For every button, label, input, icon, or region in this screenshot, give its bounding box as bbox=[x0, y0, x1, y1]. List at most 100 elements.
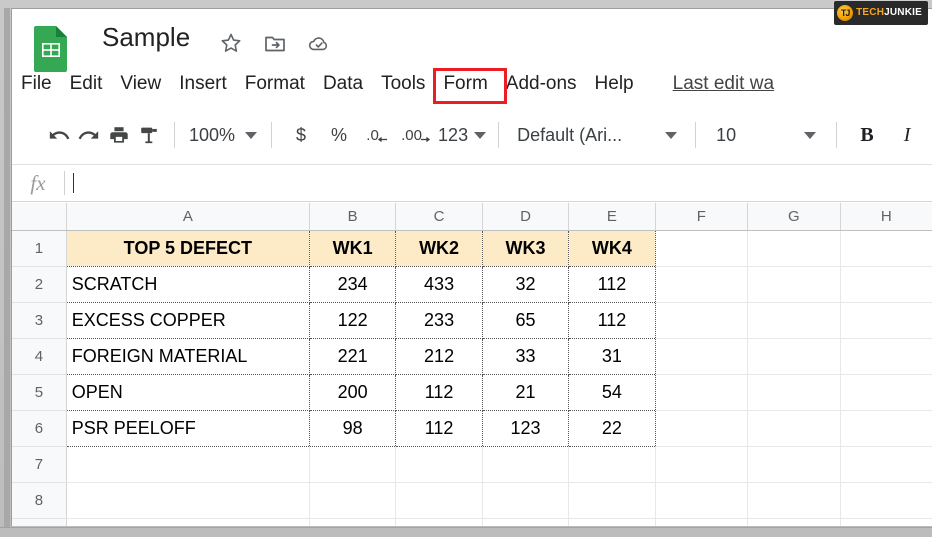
row-header-4[interactable]: 4 bbox=[12, 339, 66, 375]
cell-b2[interactable]: 234 bbox=[309, 267, 395, 303]
formula-input[interactable] bbox=[65, 165, 932, 201]
cell-a3[interactable]: EXCESS COPPER bbox=[66, 303, 309, 339]
cell-b5[interactable]: 200 bbox=[309, 375, 395, 411]
spreadsheet-grid[interactable]: A B C D E F G H 1 TOP 5 DEFECT bbox=[12, 203, 932, 526]
cell-h1[interactable] bbox=[840, 231, 932, 267]
cell-g1[interactable] bbox=[748, 231, 840, 267]
cell-d9[interactable] bbox=[482, 519, 568, 527]
currency-format-button[interactable]: $ bbox=[282, 118, 320, 152]
redo-icon[interactable] bbox=[74, 118, 104, 152]
column-header-d[interactable]: D bbox=[482, 203, 568, 231]
row-header-1[interactable]: 1 bbox=[12, 231, 66, 267]
paint-format-icon[interactable] bbox=[134, 118, 164, 152]
cell-c7[interactable] bbox=[396, 447, 482, 483]
row-header-2[interactable]: 2 bbox=[12, 267, 66, 303]
more-formats-button[interactable]: 123 bbox=[436, 118, 488, 152]
document-title[interactable]: Sample bbox=[102, 22, 190, 53]
cell-d3[interactable]: 65 bbox=[482, 303, 568, 339]
column-header-a[interactable]: A bbox=[66, 203, 309, 231]
cell-a1[interactable]: TOP 5 DEFECT bbox=[66, 231, 309, 267]
menu-help[interactable]: Help bbox=[586, 65, 643, 102]
cell-a6[interactable]: PSR PEELOFF bbox=[66, 411, 309, 447]
cell-c3[interactable]: 233 bbox=[396, 303, 482, 339]
menu-addons[interactable]: Add-ons bbox=[497, 65, 586, 102]
menu-tools[interactable]: Tools bbox=[372, 65, 434, 102]
cell-f1[interactable] bbox=[655, 231, 747, 267]
menu-file[interactable]: File bbox=[12, 65, 61, 102]
cell-c2[interactable]: 433 bbox=[396, 267, 482, 303]
cell-e4[interactable]: 31 bbox=[569, 339, 655, 375]
select-all-corner[interactable] bbox=[12, 203, 66, 231]
cell-d4[interactable]: 33 bbox=[482, 339, 568, 375]
column-header-h[interactable]: H bbox=[840, 203, 932, 231]
cell-c5[interactable]: 112 bbox=[396, 375, 482, 411]
menu-edit[interactable]: Edit bbox=[61, 65, 112, 102]
star-icon[interactable] bbox=[219, 31, 243, 55]
cell-e2[interactable]: 112 bbox=[569, 267, 655, 303]
cell-f2[interactable] bbox=[655, 267, 747, 303]
decrease-decimal-button[interactable]: .0 bbox=[358, 118, 396, 152]
cell-b4[interactable]: 221 bbox=[309, 339, 395, 375]
cell-d8[interactable] bbox=[482, 483, 568, 519]
cell-e8[interactable] bbox=[569, 483, 655, 519]
row-header-8[interactable]: 8 bbox=[12, 483, 66, 519]
cell-h3[interactable] bbox=[840, 303, 932, 339]
cell-c8[interactable] bbox=[396, 483, 482, 519]
cell-g8[interactable] bbox=[748, 483, 840, 519]
cell-d1[interactable]: WK3 bbox=[482, 231, 568, 267]
last-edit-link[interactable]: Last edit wa bbox=[673, 65, 774, 98]
italic-button[interactable]: I bbox=[887, 118, 927, 152]
menu-format[interactable]: Format bbox=[236, 65, 314, 102]
cell-h9[interactable] bbox=[840, 519, 932, 527]
cloud-saved-icon[interactable] bbox=[307, 31, 331, 55]
cell-a4[interactable]: FOREIGN MATERIAL bbox=[66, 339, 309, 375]
percent-format-button[interactable]: % bbox=[320, 118, 358, 152]
font-family-selector[interactable]: Default (Ari... bbox=[509, 118, 685, 152]
cell-g7[interactable] bbox=[748, 447, 840, 483]
cell-d6[interactable]: 123 bbox=[482, 411, 568, 447]
column-header-e[interactable]: E bbox=[569, 203, 655, 231]
print-icon[interactable] bbox=[104, 118, 134, 152]
column-header-g[interactable]: G bbox=[748, 203, 840, 231]
cell-e5[interactable]: 54 bbox=[569, 375, 655, 411]
menu-view[interactable]: View bbox=[111, 65, 170, 102]
cell-g9[interactable] bbox=[748, 519, 840, 527]
cell-f7[interactable] bbox=[655, 447, 747, 483]
move-to-folder-icon[interactable] bbox=[263, 31, 287, 55]
cell-b1[interactable]: WK1 bbox=[309, 231, 395, 267]
column-header-c[interactable]: C bbox=[396, 203, 482, 231]
cell-g6[interactable] bbox=[748, 411, 840, 447]
cell-h8[interactable] bbox=[840, 483, 932, 519]
cell-h5[interactable] bbox=[840, 375, 932, 411]
cell-d2[interactable]: 32 bbox=[482, 267, 568, 303]
cell-g2[interactable] bbox=[748, 267, 840, 303]
cell-b7[interactable] bbox=[309, 447, 395, 483]
cell-b3[interactable]: 122 bbox=[309, 303, 395, 339]
cell-h7[interactable] bbox=[840, 447, 932, 483]
cell-e1[interactable]: WK4 bbox=[569, 231, 655, 267]
column-header-b[interactable]: B bbox=[309, 203, 395, 231]
cell-e3[interactable]: 112 bbox=[569, 303, 655, 339]
cell-h6[interactable] bbox=[840, 411, 932, 447]
cell-a7[interactable] bbox=[66, 447, 309, 483]
menu-form[interactable]: Form bbox=[434, 65, 496, 102]
cell-e9[interactable] bbox=[569, 519, 655, 527]
cell-a8[interactable] bbox=[66, 483, 309, 519]
cell-c9[interactable] bbox=[396, 519, 482, 527]
bold-button[interactable]: B bbox=[847, 118, 887, 152]
menu-insert[interactable]: Insert bbox=[170, 65, 236, 102]
undo-icon[interactable] bbox=[44, 118, 74, 152]
row-header-7[interactable]: 7 bbox=[12, 447, 66, 483]
cell-d5[interactable]: 21 bbox=[482, 375, 568, 411]
cell-h2[interactable] bbox=[840, 267, 932, 303]
column-header-f[interactable]: F bbox=[655, 203, 747, 231]
cell-c1[interactable]: WK2 bbox=[396, 231, 482, 267]
row-header-5[interactable]: 5 bbox=[12, 375, 66, 411]
font-size-selector[interactable]: 10 bbox=[706, 118, 826, 152]
cell-c6[interactable]: 112 bbox=[396, 411, 482, 447]
menu-data[interactable]: Data bbox=[314, 65, 372, 102]
cell-f6[interactable] bbox=[655, 411, 747, 447]
row-header-9[interactable]: 9 bbox=[12, 519, 66, 527]
row-header-6[interactable]: 6 bbox=[12, 411, 66, 447]
cell-b6[interactable]: 98 bbox=[309, 411, 395, 447]
